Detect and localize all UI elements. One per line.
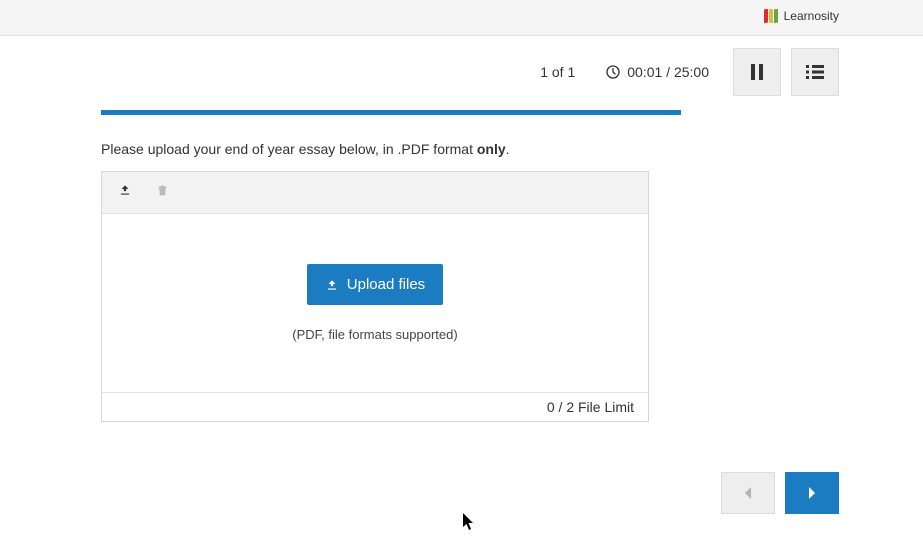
brand: Learnosity bbox=[764, 9, 839, 23]
timer-text: 00:01 / 25:00 bbox=[627, 64, 709, 80]
question-prompt: Please upload your end of year essay bel… bbox=[101, 141, 681, 157]
upload-toolbar bbox=[102, 172, 648, 214]
list-icon bbox=[806, 65, 824, 79]
content-area: Please upload your end of year essay bel… bbox=[101, 110, 681, 422]
upload-panel: Upload files (PDF, file formats supporte… bbox=[101, 171, 649, 422]
item-counter: 1 of 1 bbox=[540, 64, 575, 80]
pause-button[interactable] bbox=[733, 48, 781, 96]
drop-area[interactable]: Upload files (PDF, file formats supporte… bbox=[102, 214, 648, 392]
upload-icon bbox=[325, 278, 339, 292]
brand-name: Learnosity bbox=[784, 9, 839, 23]
review-list-button[interactable] bbox=[791, 48, 839, 96]
timer: 00:01 / 25:00 bbox=[605, 64, 709, 80]
toolbar-upload-icon[interactable] bbox=[118, 183, 132, 202]
top-bar: Learnosity bbox=[0, 0, 923, 36]
next-button[interactable] bbox=[785, 472, 839, 514]
upload-button-label: Upload files bbox=[347, 276, 425, 293]
brand-logo-icon bbox=[764, 9, 778, 23]
toolbar-delete-icon[interactable] bbox=[156, 183, 169, 203]
mouse-cursor-icon bbox=[463, 513, 475, 536]
upload-files-button[interactable]: Upload files bbox=[307, 264, 443, 305]
clock-icon bbox=[605, 64, 621, 80]
prompt-suffix: . bbox=[506, 141, 510, 157]
chevron-right-icon bbox=[807, 487, 817, 499]
prompt-prefix: Please upload your end of year essay bel… bbox=[101, 141, 477, 157]
file-limit: 0 / 2 File Limit bbox=[102, 392, 648, 421]
prompt-bold: only bbox=[477, 141, 506, 157]
prev-button[interactable] bbox=[721, 472, 775, 514]
pause-icon bbox=[750, 64, 764, 80]
header-row: 1 of 1 00:01 / 25:00 bbox=[540, 48, 839, 96]
nav-row bbox=[721, 472, 839, 514]
chevron-left-icon bbox=[743, 487, 753, 499]
progress-bar bbox=[101, 110, 681, 115]
support-text: (PDF, file formats supported) bbox=[292, 327, 457, 342]
